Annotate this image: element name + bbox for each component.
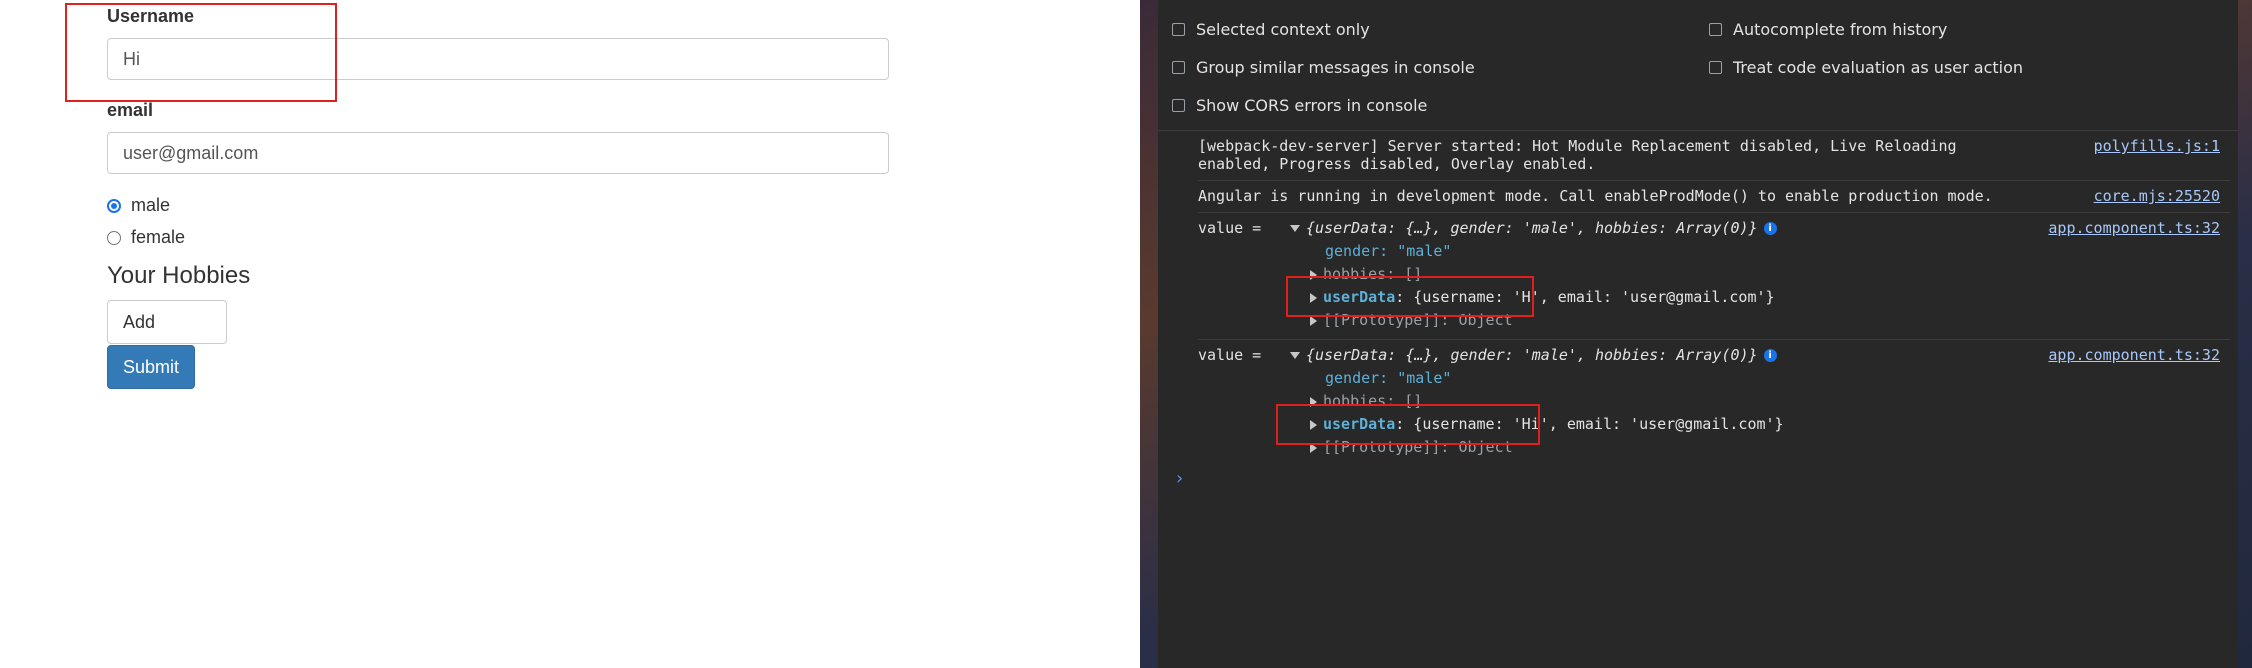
checkbox[interactable]: [1709, 23, 1722, 36]
setting-autocomplete[interactable]: Autocomplete from history: [1709, 20, 1947, 39]
log-prefix: value =: [1198, 219, 1262, 237]
gender-property: gender: "male": [1325, 242, 1452, 260]
object-summary-text: {userData: {…}, gender: 'male', hobbies:…: [1306, 219, 1758, 237]
expand-triangle-icon[interactable]: [1290, 352, 1300, 359]
setting-label: Selected context only: [1196, 20, 1370, 39]
male-radio-label: male: [131, 195, 171, 215]
console-prompt-chevron-icon[interactable]: ›: [1174, 468, 1185, 489]
annotation-box-userdata-1: [1286, 276, 1534, 317]
log-object-summary[interactable]: {userData: {…}, gender: 'male', hobbies:…: [1290, 346, 1777, 364]
annotation-box-username: [65, 3, 337, 102]
form-page: Username Hi email user@gmail.com male fe…: [0, 0, 1140, 668]
devtools-console-panel: Selected context only Group similar mess…: [1158, 0, 2238, 668]
collapse-triangle-icon[interactable]: [1310, 315, 1317, 326]
setting-selected-context[interactable]: Selected context only: [1172, 20, 1370, 39]
male-radio[interactable]: [107, 198, 121, 213]
message-divider: [1198, 180, 2230, 181]
log-object-summary[interactable]: {userData: {…}, gender: 'male', hobbies:…: [1290, 219, 1777, 237]
settings-divider: [1158, 130, 2238, 131]
email-input[interactable]: user@gmail.com: [107, 132, 889, 174]
message-text: enabled, Progress disabled, Overlay enab…: [1198, 155, 1596, 173]
console-message-angular: Angular is running in development mode. …: [1198, 187, 1993, 205]
submit-button[interactable]: Submit: [107, 345, 195, 389]
gender-property: gender: "male": [1325, 369, 1452, 387]
message-text: [webpack-dev-server] Server started: Hot…: [1198, 137, 1957, 155]
hobbies-heading: Your Hobbies: [107, 262, 251, 289]
source-link-app-component[interactable]: app.component.ts:32: [2048, 346, 2220, 364]
source-link-core[interactable]: core.mjs:25520: [2094, 187, 2220, 205]
object-summary-text: {userData: {…}, gender: 'male', hobbies:…: [1306, 346, 1758, 364]
checkbox[interactable]: [1709, 61, 1722, 74]
setting-treat-eval[interactable]: Treat code evaluation as user action: [1709, 58, 2023, 77]
setting-label: Group similar messages in console: [1196, 58, 1475, 77]
checkbox[interactable]: [1172, 23, 1185, 36]
setting-label: Autocomplete from history: [1733, 20, 1948, 39]
checkbox[interactable]: [1172, 61, 1185, 74]
female-radio-label: female: [131, 227, 186, 247]
checkbox[interactable]: [1172, 99, 1185, 112]
annotation-box-userdata-2: [1276, 404, 1540, 445]
setting-group-similar[interactable]: Group similar messages in console: [1172, 58, 1475, 77]
setting-label: Show CORS errors in console: [1196, 96, 1428, 115]
gender-female-option[interactable]: female: [107, 227, 185, 248]
log-prefix: value =: [1198, 346, 1262, 364]
source-link-polyfills[interactable]: polyfills.js:1: [2094, 137, 2220, 155]
female-radio[interactable]: [107, 230, 121, 245]
console-message-webpack: [webpack-dev-server] Server started: Hot…: [1198, 137, 1957, 173]
info-icon[interactable]: i: [1763, 222, 1777, 235]
message-divider: [1198, 212, 2230, 213]
info-icon[interactable]: i: [1763, 349, 1777, 362]
email-label: email: [107, 100, 154, 120]
message-divider: [1198, 339, 2230, 340]
setting-label: Treat code evaluation as user action: [1733, 58, 2024, 77]
source-link-app-component[interactable]: app.component.ts:32: [2048, 219, 2220, 237]
expand-triangle-icon[interactable]: [1290, 225, 1300, 232]
gender-male-option[interactable]: male: [107, 195, 170, 216]
add-hobby-button[interactable]: Add Hobby: [107, 300, 227, 374]
setting-show-cors[interactable]: Show CORS errors in console: [1172, 96, 1427, 115]
